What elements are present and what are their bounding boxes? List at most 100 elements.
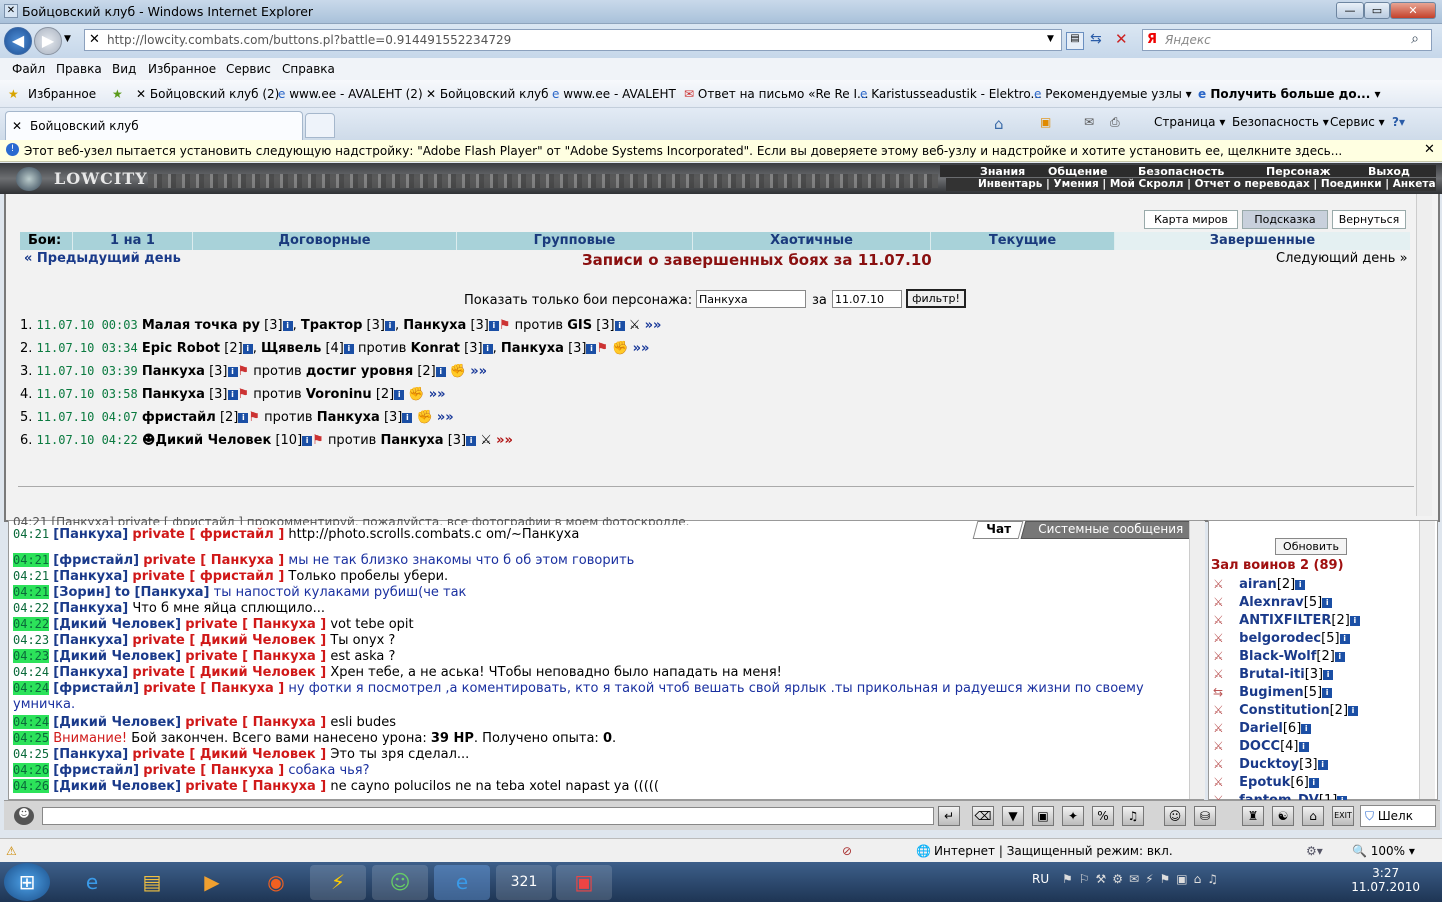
info-icon[interactable]: i [282,320,293,331]
link-security[interactable]: Безопасность [1138,165,1224,178]
user-name[interactable]: Black-Wolf [1239,649,1316,664]
chat-author[interactable]: [Зорин] [53,585,110,600]
chat-recipient[interactable]: private [ Панкуха ] [185,617,326,632]
filter-button[interactable]: фильтр! [906,289,966,308]
back-button[interactable]: ◀ [4,27,32,55]
new-tab-button[interactable] [305,113,335,138]
chat-author[interactable]: [Панкуха] [53,747,128,762]
next-day-link[interactable]: Следующий день » [1276,251,1408,266]
shelk-button[interactable]: ⛉ Шелк [1360,805,1436,827]
sound-icon[interactable]: ♫ [1122,806,1144,826]
battle-log-link[interactable]: »» [633,341,650,356]
info-icon[interactable]: i [1322,687,1333,698]
info-icon[interactable]: i [614,320,625,331]
chat-author[interactable]: [Дикий Человек] [53,617,181,632]
chat-time[interactable]: 04:24 [13,715,50,729]
user-name[interactable]: ANTIXFILTER [1239,613,1331,628]
forward-button[interactable]: ▶ [34,27,62,55]
hint-button[interactable]: Подсказка [1242,210,1328,229]
chat-author[interactable]: [Панкуха] [53,633,128,648]
fighter-link[interactable]: достиг уровня [306,364,413,379]
return-button[interactable]: Вернуться [1332,210,1406,229]
info-icon[interactable]: i [482,343,493,354]
taskbar-ie-icon[interactable]: e [64,865,120,900]
fav-item-7[interactable]: e Рекомендуемые узлы ▾ [1034,87,1192,101]
infobar-close-icon[interactable]: ✕ [1424,142,1435,157]
fighter-link[interactable]: Панкуха [380,433,443,448]
chat-author[interactable]: [Панкуха] [53,601,128,616]
chat-author[interactable]: [Дикий Человек] [53,649,181,664]
info-icon[interactable]: i [242,343,253,354]
menu-edit[interactable]: Правка [56,62,102,76]
address-input[interactable]: ✕ http://lowcity.combats.com/buttons.pl?… [84,29,1062,51]
chat-time[interactable]: 04:23 [13,649,50,663]
users-scrollbar[interactable] [1419,521,1435,799]
user-name[interactable]: Brutal-iti [1239,667,1305,682]
send-icon[interactable]: ↵ [938,806,960,826]
fighter-link[interactable]: Панкуха [317,410,380,425]
home-icon[interactable]: ⌂ [994,115,1004,133]
user-name[interactable]: Epotuk [1239,775,1290,790]
user-list-item[interactable]: ⇆ Bugimen[5] i [1213,685,1333,700]
taskbar-321-icon[interactable]: 321 [496,865,552,900]
info-icon[interactable]: i [227,366,238,377]
user-list-item[interactable]: ⚔ belgorodec[5] i [1213,631,1350,646]
filter-date-input[interactable] [832,290,902,308]
chat-author[interactable]: [Панкуха] [53,569,128,584]
info-icon[interactable]: i [466,435,477,446]
chat-scrollbar[interactable] [1189,521,1205,799]
chat-time[interactable]: 04:22 [13,601,49,615]
link-character[interactable]: Персонаж [1266,165,1331,178]
clock[interactable]: 3:27 11.07.2010 [1351,866,1420,894]
fighter-link[interactable]: GIS [567,318,592,333]
fav-item-1[interactable]: ✕ Бойцовский клуб (2) [136,87,279,101]
chat-time[interactable]: 04:21 [13,527,49,541]
info-icon[interactable]: i [1308,777,1319,788]
taskbar-firefox-icon[interactable]: ◉ [248,865,304,900]
user-list-item[interactable]: ⚔ Constitution[2] i [1213,703,1359,718]
tab-1v1[interactable]: 1 на 1 [72,232,192,250]
info-icon[interactable]: i [1301,723,1312,734]
info-icon[interactable]: i [1317,759,1328,770]
chat-recipient[interactable]: private [ Панкуха ] [185,715,326,730]
protected-mode-icon[interactable]: ⚙▾ [1306,844,1323,858]
info-icon[interactable]: i [402,412,413,423]
fighter-link[interactable]: Панкуха [501,341,564,356]
chat-recipient[interactable]: private [ Панкуха ] [143,553,284,568]
info-icon[interactable]: i [238,412,249,423]
chat-author[interactable]: [Дикий Человек] [53,779,181,794]
fighter-link[interactable]: Konrat [411,341,460,356]
battle-log-link[interactable]: »» [437,410,454,425]
chat-author[interactable]: [Панкуха] [53,527,128,542]
fav-item-2[interactable]: e www.ee - AVALEHT (2) [278,87,423,101]
battle-log-link[interactable]: »» [429,387,446,402]
chat-author[interactable]: [фристайл] [53,681,139,696]
info-icon[interactable]: i [1298,741,1309,752]
fighter-link[interactable]: Щявель [261,341,321,356]
favorites-button[interactable]: Избранное [28,87,96,101]
user-list-item[interactable]: ⚔ Brutal-iti[3] i [1213,667,1334,682]
exit-icon[interactable]: EXIT [1332,806,1354,826]
content-scrollbar[interactable] [1416,194,1432,516]
tray-icons[interactable]: ⚑⚐⚒⚙✉⚡⚑▣⌂♫ [1062,872,1224,886]
refresh-icon[interactable]: ⇆ [1090,31,1102,47]
user-name[interactable]: airan [1239,577,1277,592]
info-icon[interactable]: i [1323,669,1334,680]
friends-icon[interactable]: ☯ [1272,806,1294,826]
user-name[interactable]: Constitution [1239,703,1329,718]
tab-group[interactable]: Групповые [456,232,692,250]
fighter-link[interactable]: фристайл [142,410,216,425]
menu-help[interactable]: Справка [282,62,335,76]
fav-item-6[interactable]: e Karistusseadustik - Elektro... [860,87,1042,101]
chat-smile-menu-icon[interactable]: ☻ [14,807,34,825]
chat-recipient[interactable]: private [ Панкуха ] [143,763,284,778]
user-list-item[interactable]: ⚔ Epotuk[6] i [1213,775,1319,790]
chat-time[interactable]: 04:24 [13,665,49,679]
zoom-level[interactable]: 🔍 100% ▾ [1352,844,1415,858]
save-icon[interactable]: ▣ [1032,806,1054,826]
menu-tools[interactable]: Сервис [226,62,271,76]
tab-current[interactable]: Текущие [930,232,1114,250]
compat-view-icon[interactable]: ▤ [1066,32,1084,50]
mail-icon[interactable]: ✉ [1084,115,1094,129]
chat-recipient[interactable]: private [ Панкуха ] [185,649,326,664]
